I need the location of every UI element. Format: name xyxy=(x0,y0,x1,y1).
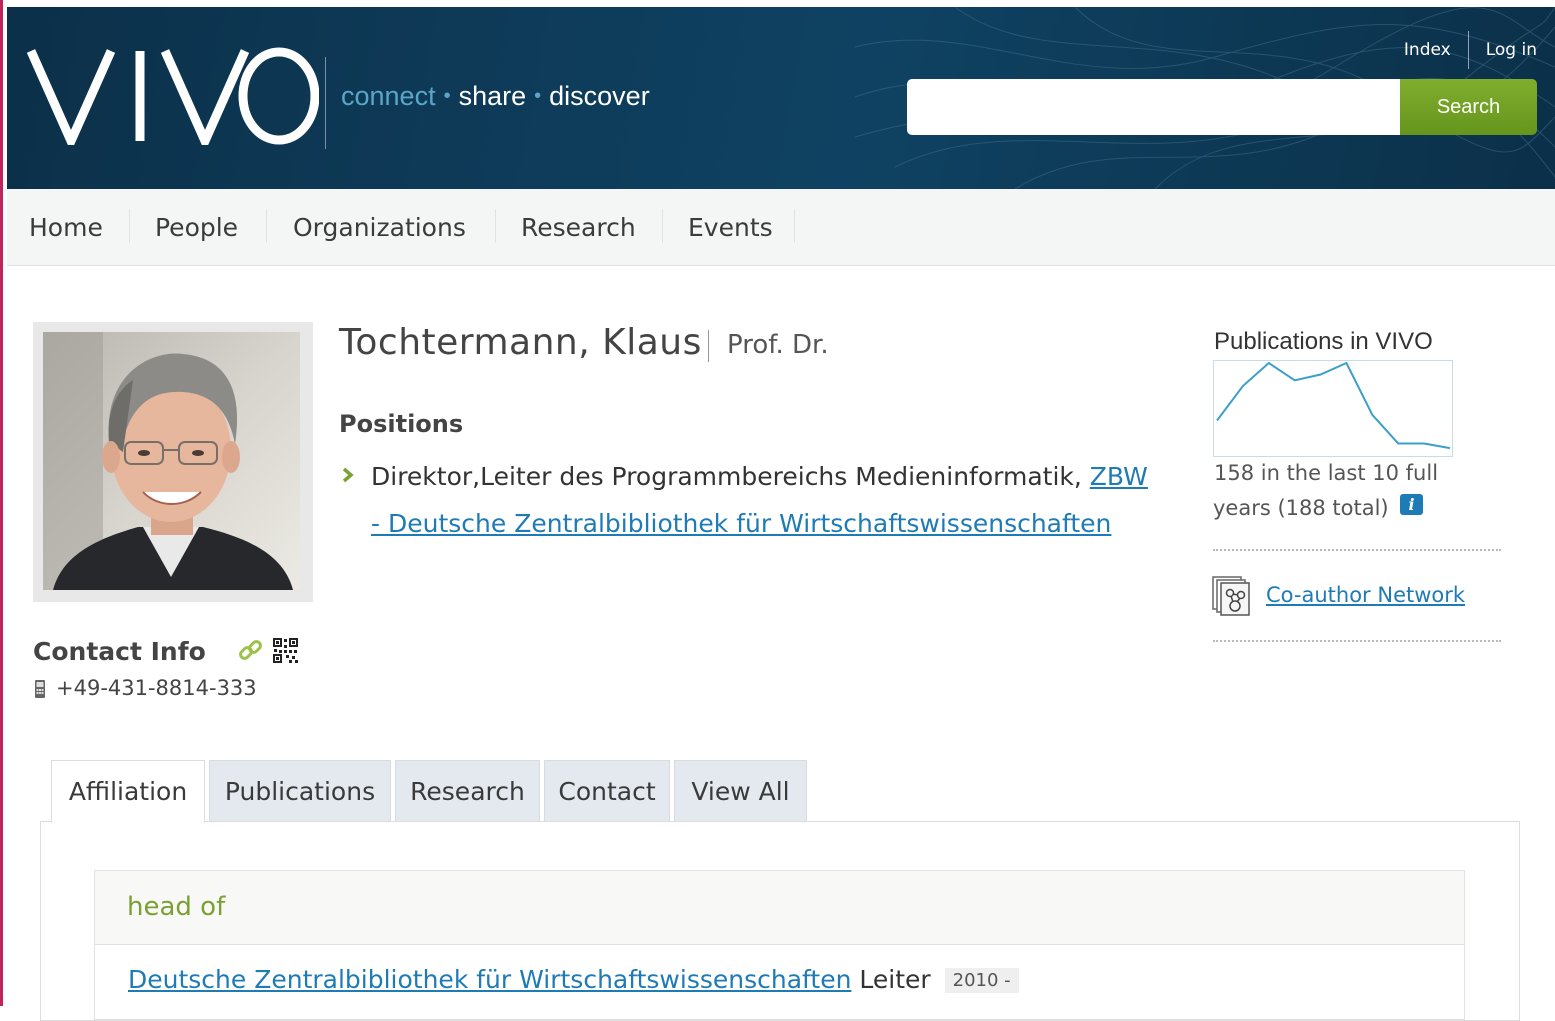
nav-events[interactable]: Events xyxy=(688,213,773,242)
position-org-link[interactable]: ZBW xyxy=(1090,462,1148,491)
affiliation-role: Leiter xyxy=(859,965,930,994)
nav-divider xyxy=(495,209,496,243)
nav-home[interactable]: Home xyxy=(29,213,103,242)
coauthor-network-icon[interactable] xyxy=(1212,576,1252,616)
tab-view-all[interactable]: View All xyxy=(674,760,807,822)
sidebar-divider xyxy=(1213,640,1501,642)
sparkline-frame xyxy=(1214,361,1453,457)
page-edge-marker xyxy=(0,0,3,1006)
portrait-image xyxy=(43,332,300,590)
search-button[interactable]: Search xyxy=(1400,79,1537,135)
logo-divider xyxy=(325,57,326,149)
affiliation-org-link[interactable]: Deutsche Zentralbibliothek für Wirtschaf… xyxy=(128,965,851,994)
person-title: Prof. Dr. xyxy=(727,330,829,360)
tab-publications[interactable]: Publications xyxy=(209,760,391,822)
positions-heading: Positions xyxy=(339,410,463,438)
phone-number: +49-431-8814-333 xyxy=(56,676,257,700)
person-name: Tochtermann, Klaus xyxy=(339,322,702,363)
index-link[interactable]: Index xyxy=(1404,40,1451,60)
position-entry-continued: - Deutsche Zentralbibliothek für Wirtsch… xyxy=(371,509,1111,538)
nav-divider xyxy=(266,209,267,243)
qr-code-icon[interactable] xyxy=(272,637,299,664)
tagline-discover: discover xyxy=(549,81,650,111)
publications-sparkline[interactable] xyxy=(1213,360,1454,458)
coauthor-network-link[interactable]: Co-author Network xyxy=(1266,583,1465,607)
site-header: connect•share•discover Index Log in Sear… xyxy=(7,7,1555,189)
tagline-dot: • xyxy=(436,85,459,107)
affiliation-entry: Deutsche Zentralbibliothek für Wirtschaf… xyxy=(128,965,1019,995)
publication-count-line2: years (188 total) xyxy=(1213,496,1389,520)
name-divider xyxy=(708,330,709,362)
nav-research[interactable]: Research xyxy=(521,213,636,242)
affiliation-date: 2010 - xyxy=(945,968,1019,993)
sidebar-divider xyxy=(1213,549,1501,551)
position-entry: Direktor,Leiter des Programmbereichs Med… xyxy=(371,462,1148,491)
tagline-dot: • xyxy=(526,85,549,107)
search-input[interactable] xyxy=(907,79,1403,135)
top-links-divider xyxy=(1468,31,1469,69)
login-link[interactable]: Log in xyxy=(1486,40,1537,60)
property-group-header: head of xyxy=(95,871,1464,945)
nav-divider xyxy=(662,209,663,243)
top-links: Index Log in xyxy=(1404,31,1537,69)
property-group-title: head of xyxy=(127,892,225,922)
link-icon[interactable] xyxy=(237,638,265,664)
publications-heading: Publications in VIVO xyxy=(1214,328,1433,356)
property-group: head of xyxy=(94,870,1465,1020)
phone-icon xyxy=(34,679,46,699)
tab-affiliation[interactable]: Affiliation xyxy=(51,760,205,823)
tab-research[interactable]: Research xyxy=(395,760,540,822)
nav-people[interactable]: People xyxy=(155,213,238,242)
tagline-connect: connect xyxy=(341,81,436,111)
search-form: Search xyxy=(907,79,1537,135)
nav-organizations[interactable]: Organizations xyxy=(293,213,466,242)
chevron-right-icon xyxy=(341,467,355,483)
position-org-link-continued[interactable]: - Deutsche Zentralbibliothek für Wirtsch… xyxy=(371,509,1111,538)
profile-photo[interactable] xyxy=(43,332,300,590)
nav-divider xyxy=(794,209,795,243)
main-nav: Home People Organizations Research Event… xyxy=(7,189,1555,266)
nav-divider xyxy=(129,209,130,243)
site-tagline: connect•share•discover xyxy=(341,81,650,112)
tab-contact[interactable]: Contact xyxy=(544,760,670,822)
profile-photo-frame xyxy=(33,322,313,602)
publication-count-line1: 158 in the last 10 full xyxy=(1214,461,1438,485)
info-icon[interactable]: i xyxy=(1400,494,1423,515)
tagline-share: share xyxy=(459,81,527,111)
vivo-logo[interactable] xyxy=(27,45,319,145)
contact-info-heading: Contact Info xyxy=(33,637,206,666)
position-title: Direktor,Leiter des Programmbereichs Med… xyxy=(371,462,1082,491)
